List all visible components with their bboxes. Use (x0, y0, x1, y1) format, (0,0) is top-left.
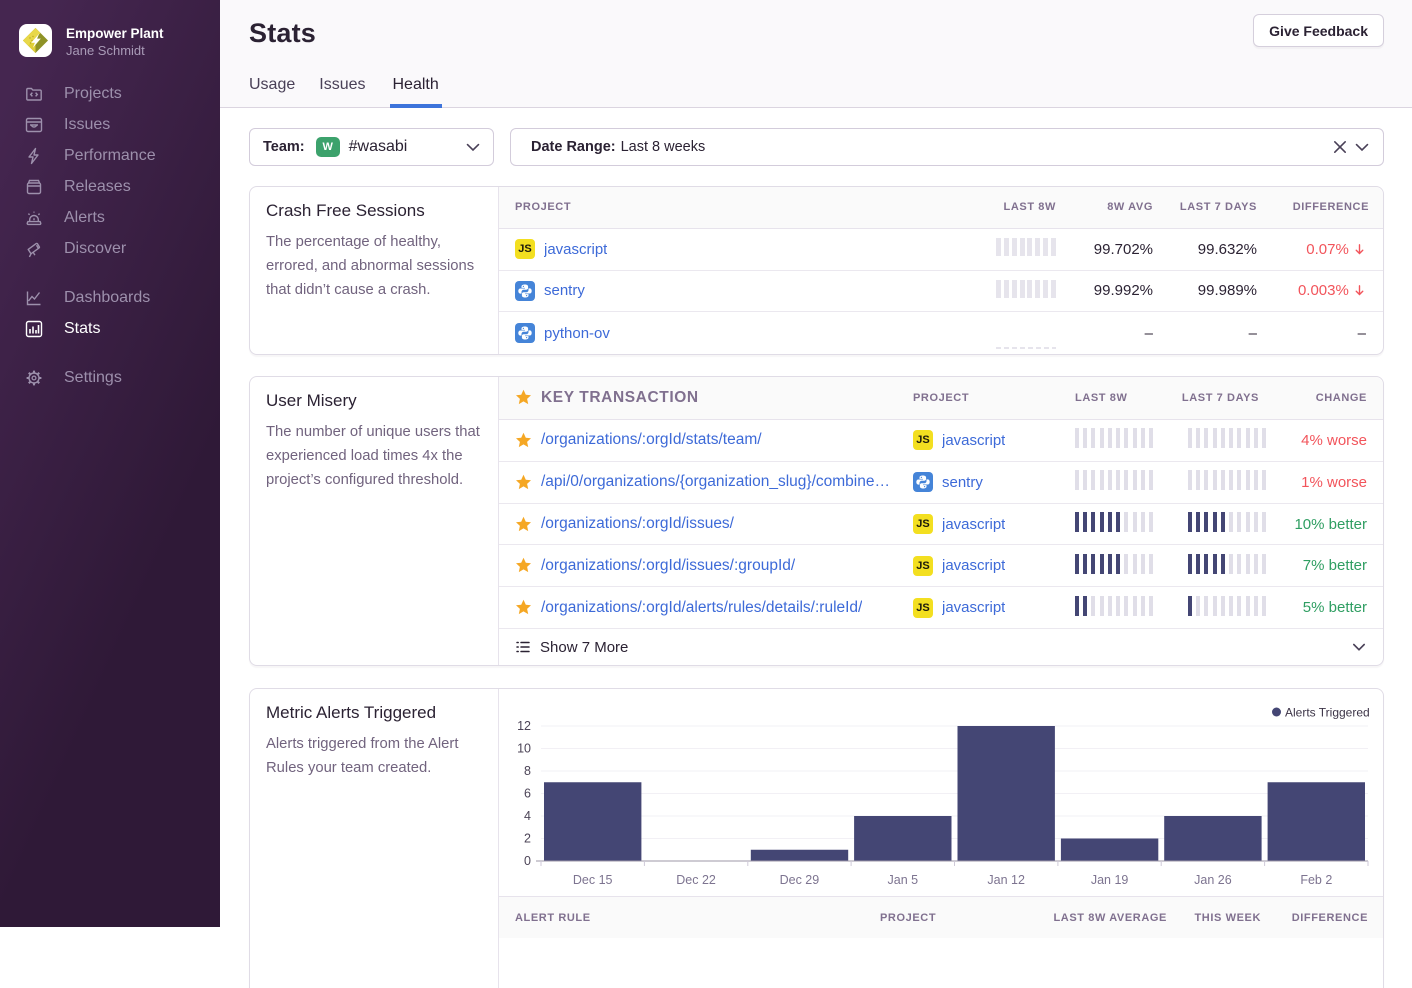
svg-text:4: 4 (524, 809, 531, 823)
svg-text:10: 10 (517, 742, 531, 756)
svg-text:Jan 26: Jan 26 (1194, 873, 1232, 887)
svg-text:Dec 15: Dec 15 (573, 873, 613, 887)
svg-text:Jan 12: Jan 12 (987, 873, 1025, 887)
svg-text:0: 0 (524, 854, 531, 868)
svg-text:Dec 29: Dec 29 (780, 873, 820, 887)
svg-text:12: 12 (517, 719, 531, 733)
svg-text:Jan 19: Jan 19 (1091, 873, 1129, 887)
svg-text:Dec 22: Dec 22 (676, 873, 716, 887)
svg-text:Alerts Triggered: Alerts Triggered (1285, 706, 1370, 720)
svg-text:8: 8 (524, 764, 531, 778)
svg-text:Feb 2: Feb 2 (1300, 873, 1332, 887)
svg-text:Jan 5: Jan 5 (888, 873, 919, 887)
svg-text:2: 2 (524, 832, 531, 846)
svg-text:6: 6 (524, 787, 531, 801)
